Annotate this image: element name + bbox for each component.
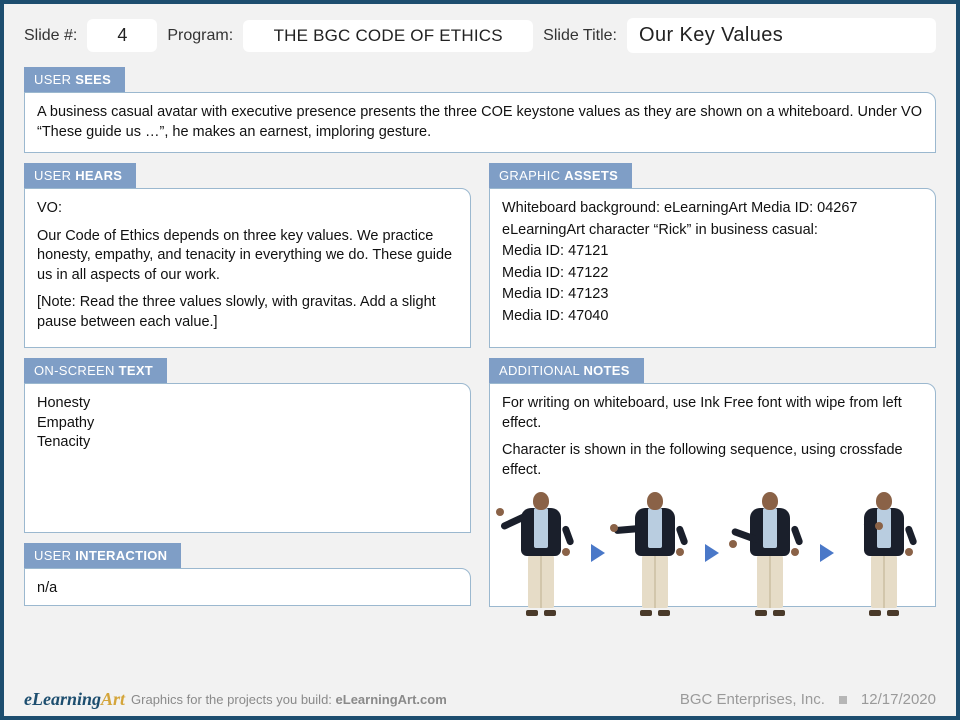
tab-user-hears: USER HEARS bbox=[24, 163, 136, 188]
list-item: eLearningArt character “Rick” in busines… bbox=[502, 221, 923, 241]
body-user-sees: A business casual avatar with executive … bbox=[24, 92, 936, 153]
footer-right: BGC Enterprises, Inc. 12/17/2020 bbox=[680, 691, 936, 708]
tab-onscreen-text: ON-SCREEN TEXT bbox=[24, 358, 167, 383]
footer-company: BGC Enterprises, Inc. bbox=[680, 691, 825, 708]
play-icon bbox=[591, 544, 605, 562]
list-item: Empathy bbox=[37, 414, 458, 434]
footer-left: eLearningArt Graphics for the projects y… bbox=[24, 689, 447, 710]
tagline-prefix: Graphics for the projects you build: bbox=[131, 692, 336, 707]
vo-label: VO: bbox=[37, 199, 458, 219]
square-icon bbox=[839, 696, 847, 704]
col-left: USER HEARS VO: Our Code of Ethics depend… bbox=[24, 163, 471, 617]
footer-date: 12/17/2020 bbox=[861, 691, 936, 708]
tab-bold: TEXT bbox=[119, 363, 153, 378]
body-onscreen-text: Honesty Empathy Tenacity bbox=[24, 383, 471, 533]
list-item: Whiteboard background: eLearningArt Medi… bbox=[502, 199, 923, 219]
slide-num-label: Slide #: bbox=[24, 27, 77, 45]
columns: USER HEARS VO: Our Code of Ethics depend… bbox=[24, 163, 936, 617]
slide-title-field[interactable]: Our Key Values bbox=[627, 18, 936, 53]
tab-graphic-assets: GRAPHIC ASSETS bbox=[489, 163, 632, 188]
tab-prefix: ADDITIONAL bbox=[499, 363, 583, 378]
storyboard-page: Slide #: 4 Program: THE BGC CODE OF ETHI… bbox=[0, 0, 960, 720]
tab-prefix: ON-SCREEN bbox=[34, 363, 119, 378]
play-icon bbox=[705, 544, 719, 562]
vo-body: Our Code of Ethics depends on three key … bbox=[37, 227, 458, 286]
tab-additional-notes: ADDITIONAL NOTES bbox=[489, 358, 644, 383]
tab-bold: NOTES bbox=[583, 363, 629, 378]
logo: eLearningArt bbox=[24, 689, 125, 710]
program-label: Program: bbox=[167, 27, 233, 45]
list-item: Media ID: 47121 bbox=[502, 242, 923, 262]
tab-prefix: USER bbox=[34, 548, 75, 563]
col-right: GRAPHIC ASSETS Whiteboard background: eL… bbox=[489, 163, 936, 617]
list-item: Media ID: 47040 bbox=[502, 307, 923, 327]
slide-title-label: Slide Title: bbox=[543, 27, 617, 45]
tab-user-interaction: USER INTERACTION bbox=[24, 543, 181, 568]
character-pose-4 bbox=[845, 488, 923, 618]
section-user-hears: USER HEARS VO: Our Code of Ethics depend… bbox=[24, 163, 471, 348]
section-onscreen-text: ON-SCREEN TEXT Honesty Empathy Tenacity bbox=[24, 358, 471, 533]
list-item: Media ID: 47123 bbox=[502, 285, 923, 305]
play-icon bbox=[820, 544, 834, 562]
notes-p1: For writing on whiteboard, use Ink Free … bbox=[502, 394, 923, 433]
section-additional-notes: ADDITIONAL NOTES For writing on whiteboa… bbox=[489, 358, 936, 607]
character-pose-3 bbox=[731, 488, 809, 618]
vo-note: [Note: Read the three values slowly, wit… bbox=[37, 293, 458, 332]
list-item: Honesty bbox=[37, 394, 458, 414]
tab-prefix: GRAPHIC bbox=[499, 168, 564, 183]
tab-prefix: USER bbox=[34, 72, 75, 87]
header-row: Slide #: 4 Program: THE BGC CODE OF ETHI… bbox=[24, 18, 936, 53]
body-user-hears: VO: Our Code of Ethics depends on three … bbox=[24, 188, 471, 348]
section-graphic-assets: GRAPHIC ASSETS Whiteboard background: eL… bbox=[489, 163, 936, 348]
body-graphic-assets: Whiteboard background: eLearningArt Medi… bbox=[489, 188, 936, 348]
footer: eLearningArt Graphics for the projects y… bbox=[24, 689, 936, 710]
tab-bold: ASSETS bbox=[564, 168, 618, 183]
character-pose-1 bbox=[502, 488, 580, 618]
character-pose-2 bbox=[616, 488, 694, 618]
section-user-sees: USER SEES A business casual avatar with … bbox=[24, 67, 936, 153]
section-user-interaction: USER INTERACTION n/a bbox=[24, 543, 471, 606]
tab-prefix: USER bbox=[34, 168, 75, 183]
notes-p2: Character is shown in the following sequ… bbox=[502, 441, 923, 480]
list-item: Media ID: 47122 bbox=[502, 264, 923, 284]
list-item: Tenacity bbox=[37, 433, 458, 453]
tab-bold: INTERACTION bbox=[75, 548, 167, 563]
program-field[interactable]: THE BGC CODE OF ETHICS bbox=[243, 20, 533, 52]
tagline-bold: eLearningArt.com bbox=[336, 692, 447, 707]
tab-bold: HEARS bbox=[75, 168, 122, 183]
tab-user-sees: USER SEES bbox=[24, 67, 125, 92]
slide-num-field[interactable]: 4 bbox=[87, 19, 157, 52]
body-additional-notes: For writing on whiteboard, use Ink Free … bbox=[489, 383, 936, 607]
body-user-interaction: n/a bbox=[24, 568, 471, 606]
footer-tagline: Graphics for the projects you build: eLe… bbox=[131, 692, 447, 707]
tab-bold: SEES bbox=[75, 72, 111, 87]
character-sequence bbox=[502, 488, 923, 618]
